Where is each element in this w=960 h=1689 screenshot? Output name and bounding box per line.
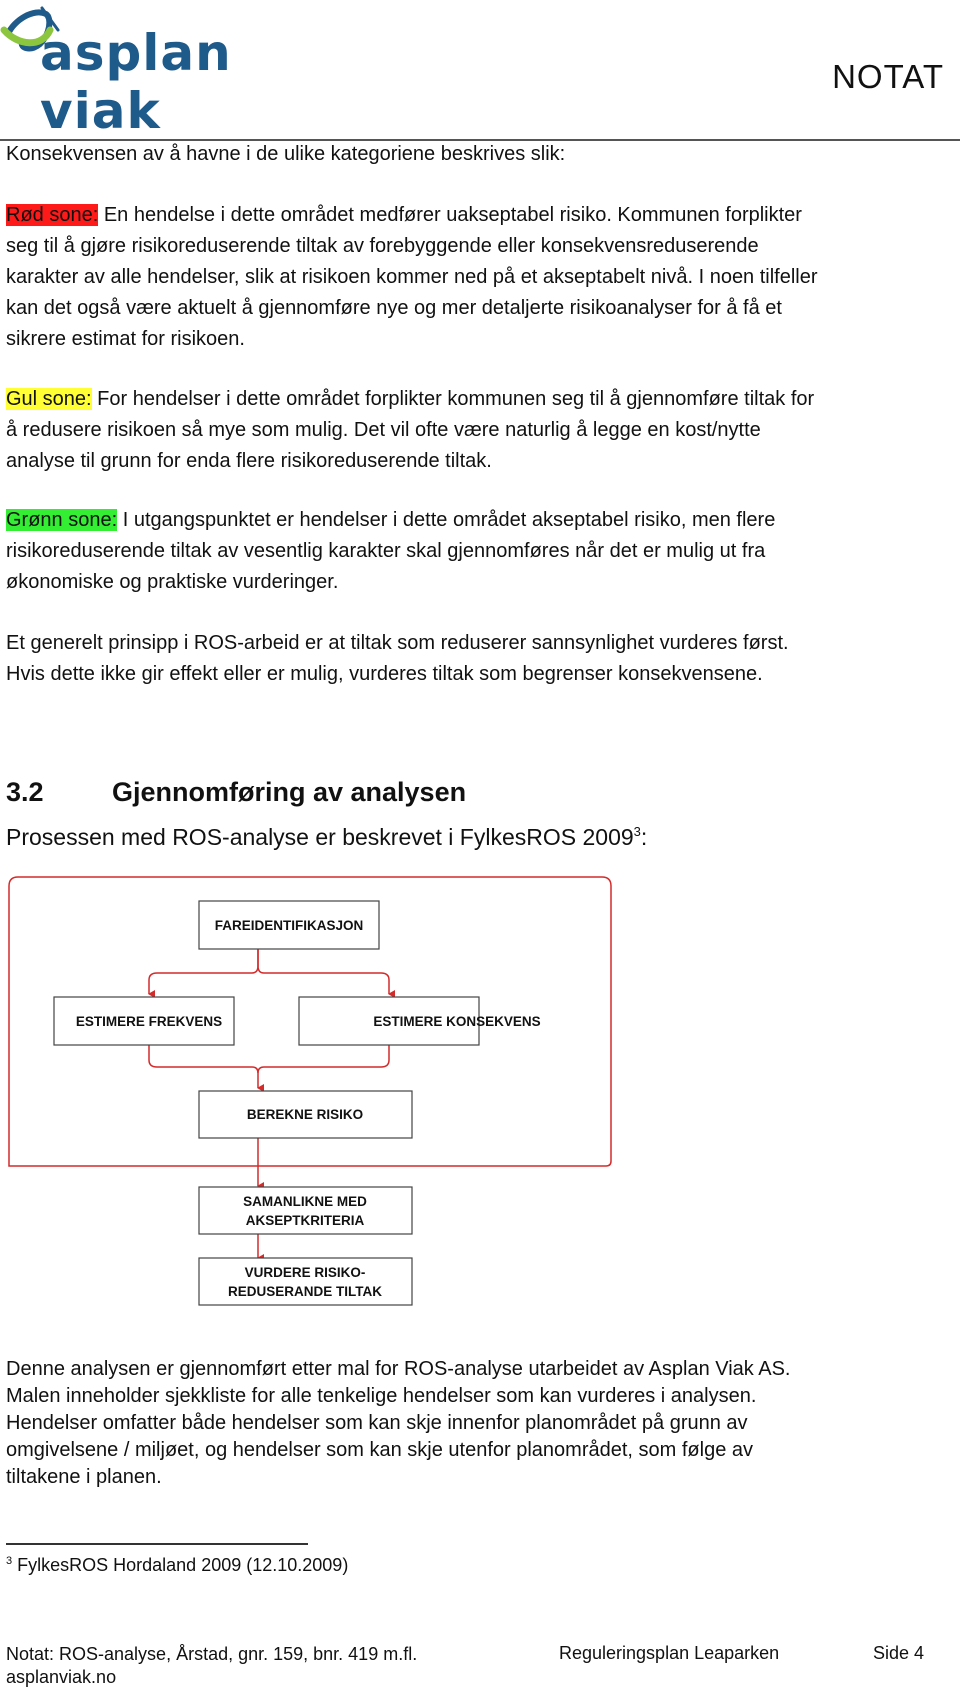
box-samanlikne-label-1: SAMANLIKNE MED bbox=[243, 1194, 367, 1209]
section-intro: Prosessen med ROS-analyse er beskrevet i… bbox=[6, 824, 648, 850]
footnote-ref[interactable]: 3 bbox=[634, 824, 641, 839]
footer-project-name: Reguleringsplan Leaparken bbox=[559, 1643, 780, 1663]
section-heading: 3.2 Gjennomføring av analysen bbox=[6, 777, 466, 808]
footer-page-number: Side 4 bbox=[873, 1643, 925, 1663]
zone-red-label: Rød sone: bbox=[6, 204, 99, 226]
zone-yellow-paragraph: Gul sone: For hendelser i dette området … bbox=[6, 388, 815, 472]
footer-document-title: Notat: ROS-analyse, Årstad, gnr. 159, bn… bbox=[6, 1644, 418, 1664]
intro-line: Konsekvensen av å havne i de ulike kateg… bbox=[6, 143, 566, 165]
ros-process-diagram: FAREIDENTIFIKASJON ESTIMERE FREKVENS EST… bbox=[8, 876, 612, 1306]
template-paragraph: Denne analysen er gjennomført etter mal … bbox=[6, 1358, 791, 1488]
section-title: Gjennomføring av analysen bbox=[112, 777, 467, 807]
footer-website-link[interactable]: asplanviak.no bbox=[6, 1667, 116, 1687]
zone-green-label: Grønn sone: bbox=[6, 509, 118, 531]
zone-yellow-label: Gul sone: bbox=[6, 388, 92, 410]
box-fareidentifikasjon-label: FAREIDENTIFIKASJON bbox=[215, 918, 364, 933]
footer-left: Notat: ROS-analyse, Årstad, gnr. 159, bn… bbox=[6, 1643, 417, 1689]
box-estimere-frekvens-label: ESTIMERE FREKVENS bbox=[76, 1014, 222, 1029]
logo-wordmark: asplan viak bbox=[40, 24, 232, 140]
box-vurdere-label-2: REDUSERANDE TILTAK bbox=[228, 1284, 382, 1299]
zone-red-paragraph: Rød sone: En hendelse i dette området me… bbox=[6, 204, 818, 350]
box-samanlikne-label-2: AKSEPTKRITERIA bbox=[246, 1213, 365, 1228]
footnote-divider bbox=[6, 1543, 308, 1545]
box-vurdere-label-1: VURDERE RISIKO- bbox=[245, 1265, 366, 1280]
box-estimere-konsekvens-label: ESTIMERE KONSEKVENS bbox=[373, 1014, 540, 1029]
section-number: 3.2 bbox=[6, 777, 44, 807]
footnote: 3 FylkesROS Hordaland 2009 (12.10.2009) bbox=[6, 1555, 349, 1575]
asplan-viak-logo: asplan viak bbox=[0, 0, 300, 140]
document-type-label: NOTAT bbox=[832, 58, 944, 95]
zone-green-paragraph: Grønn sone: I utgangspunktet er hendelse… bbox=[6, 509, 776, 593]
box-berekne-risiko-label: BEREKNE RISIKO bbox=[247, 1107, 363, 1122]
principle-paragraph: Et generelt prinsipp i ROS-arbeid er at … bbox=[6, 632, 789, 685]
